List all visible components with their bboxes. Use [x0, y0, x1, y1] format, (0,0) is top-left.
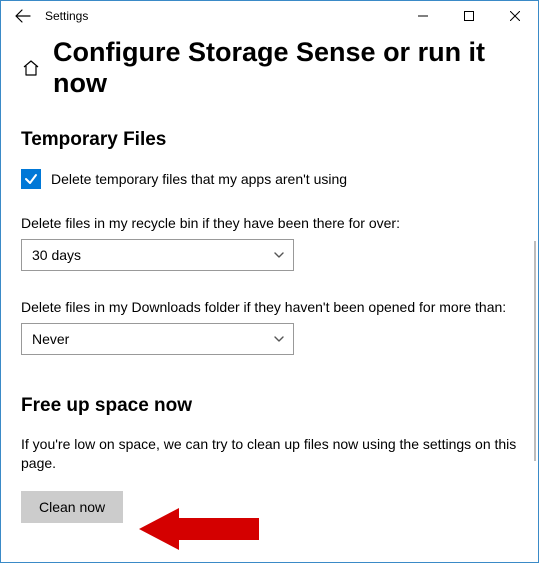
downloads-value: Never	[32, 331, 69, 347]
recycle-bin-select[interactable]: 30 days	[21, 239, 294, 271]
window-controls	[400, 1, 538, 31]
clean-now-button[interactable]: Clean now	[21, 491, 123, 523]
content-area: Configure Storage Sense or run it now Te…	[1, 31, 538, 562]
check-icon	[24, 172, 38, 186]
delete-temp-checkbox-row: Delete temporary files that my apps aren…	[21, 169, 518, 189]
back-button[interactable]	[9, 2, 37, 30]
chevron-down-icon	[273, 249, 285, 261]
downloads-select[interactable]: Never	[21, 323, 294, 355]
page-title: Configure Storage Sense or run it now	[53, 37, 518, 99]
recycle-bin-value: 30 days	[32, 247, 81, 263]
delete-temp-label: Delete temporary files that my apps aren…	[51, 171, 347, 187]
home-icon	[21, 58, 41, 78]
free-up-body: If you're low on space, we can try to cl…	[21, 435, 518, 473]
minimize-button[interactable]	[400, 1, 446, 31]
recycle-bin-label: Delete files in my recycle bin if they h…	[21, 215, 518, 231]
chevron-down-icon	[273, 333, 285, 345]
temporary-files-heading: Temporary Files	[21, 129, 518, 151]
maximize-button[interactable]	[446, 1, 492, 31]
red-arrow-annotation-icon	[139, 504, 259, 554]
close-icon	[510, 11, 520, 21]
minimize-icon	[418, 11, 428, 21]
settings-window: Settings Configure Storage Sense or run …	[0, 0, 539, 563]
titlebar: Settings	[1, 1, 538, 31]
close-button[interactable]	[492, 1, 538, 31]
window-title: Settings	[45, 9, 88, 23]
downloads-label: Delete files in my Downloads folder if t…	[21, 299, 518, 315]
back-arrow-icon	[15, 8, 31, 24]
maximize-icon	[464, 11, 474, 21]
page-header: Configure Storage Sense or run it now	[21, 37, 518, 99]
delete-temp-checkbox[interactable]	[21, 169, 41, 189]
free-up-heading: Free up space now	[21, 395, 518, 417]
scrollbar[interactable]	[534, 241, 536, 461]
